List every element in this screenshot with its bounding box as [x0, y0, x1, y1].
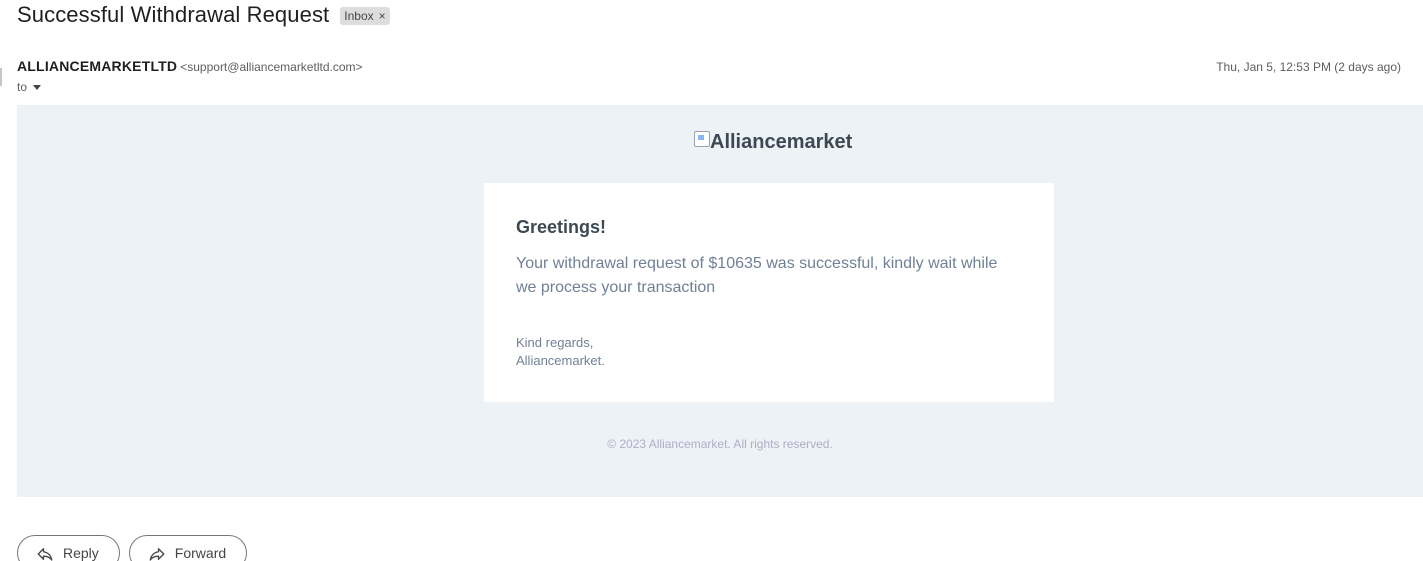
reply-icon [37, 548, 53, 561]
signature-line-2: Alliancemarket. [516, 353, 605, 368]
reply-button[interactable]: Reply [17, 535, 120, 561]
logo-alt-text: Alliancemarket [710, 131, 853, 153]
forward-icon [149, 548, 165, 561]
inbox-label-text: Inbox [344, 9, 374, 23]
broken-image-icon [694, 130, 710, 147]
remove-label-icon[interactable]: × [379, 9, 386, 23]
greeting-heading: Greetings! [516, 217, 607, 237]
message-text: Your withdrawal request of $10635 was su… [516, 255, 998, 296]
sender-name[interactable]: ALLIANCEMARKETLTD [17, 58, 177, 74]
chevron-down-icon[interactable] [33, 84, 42, 90]
to-label: to [17, 80, 28, 94]
left-edge-marker [0, 68, 2, 86]
reply-actions: Reply Forward [17, 535, 248, 561]
signature: Kind regards, Alliancemarket. [516, 334, 1022, 370]
brand-logo[interactable]: Alliancemarket [694, 130, 853, 154]
sender-row: ALLIANCEMARKETLTD <support@alliancemarke… [17, 58, 363, 74]
recipients-toggle[interactable]: to [17, 80, 42, 94]
email-date: Thu, Jan 5, 12:53 PM (2 days ago) [1216, 60, 1401, 74]
sender-email: <support@alliancemarketltd.com> [180, 60, 363, 74]
email-footer: © 2023 Alliancemarket. All rights reserv… [607, 437, 833, 451]
forward-button[interactable]: Forward [128, 535, 248, 561]
message-card: Greetings! Your withdrawal request of $1… [484, 183, 1054, 402]
subject-row: Successful Withdrawal Request Inbox × [17, 0, 390, 30]
signature-line-1: Kind regards, [516, 335, 594, 350]
email-subject: Successful Withdrawal Request [17, 2, 330, 27]
inbox-label-chip[interactable]: Inbox × [340, 7, 390, 25]
reply-label: Reply [63, 545, 99, 561]
forward-label: Forward [174, 545, 227, 561]
email-body: Alliancemarket Greetings! Your withdrawa… [17, 105, 1423, 497]
